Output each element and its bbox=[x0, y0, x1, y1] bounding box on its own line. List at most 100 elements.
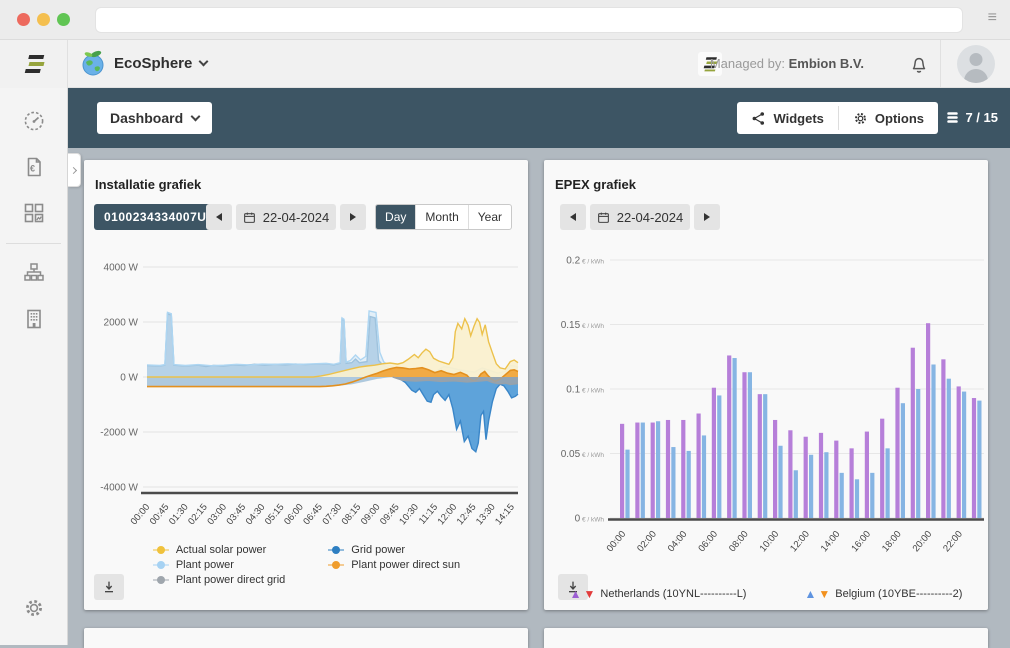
svg-text:20:00: 20:00 bbox=[911, 529, 935, 554]
brand[interactable]: EcoSphere bbox=[80, 50, 207, 76]
chevron-right-icon bbox=[69, 166, 76, 173]
svg-text:13:30: 13:30 bbox=[474, 502, 498, 527]
arrow-left-icon bbox=[570, 213, 576, 221]
bar-nl bbox=[819, 433, 823, 518]
dashboard-selector-label: Dashboard bbox=[110, 110, 183, 126]
svg-text:2000 W: 2000 W bbox=[104, 318, 139, 329]
close-window-icon[interactable] bbox=[17, 13, 30, 26]
sidebar-item-dashboard[interactable] bbox=[22, 109, 46, 133]
sitemap-icon bbox=[22, 261, 46, 285]
prev-day-button[interactable] bbox=[206, 204, 232, 230]
legend-item[interactable]: ▲▼Netherlands (10YNL----------L) bbox=[570, 588, 747, 600]
svg-text:02:15: 02:15 bbox=[186, 502, 210, 527]
bar-nl bbox=[666, 420, 670, 518]
legend-item[interactable]: Plant power direct grid bbox=[152, 574, 285, 586]
bar-nl bbox=[697, 414, 701, 518]
sidebar-item-widgets[interactable] bbox=[22, 201, 46, 225]
bar-be bbox=[733, 358, 737, 518]
bar-be bbox=[748, 372, 752, 518]
svg-text:-4000 W: -4000 W bbox=[100, 483, 138, 494]
bar-nl bbox=[712, 388, 716, 518]
next-day-button[interactable] bbox=[340, 204, 366, 230]
bar-nl bbox=[957, 386, 961, 518]
epex-card: EPEX grafiek 22-04-2024 0.2 € / kWh0.15 … bbox=[544, 160, 988, 610]
legend-item[interactable]: ▲▼Belgium (10YBE----------2) bbox=[804, 588, 962, 600]
tab-month[interactable]: Month bbox=[415, 205, 467, 229]
legend-marker-icon bbox=[152, 575, 170, 585]
svg-text:06:00: 06:00 bbox=[696, 529, 720, 554]
app-title: EcoSphere bbox=[114, 55, 192, 72]
legend-marker-icon bbox=[327, 545, 345, 555]
bar-be bbox=[855, 479, 859, 518]
ecosphere-globe-icon bbox=[80, 50, 106, 76]
options-button[interactable]: Options bbox=[839, 102, 938, 134]
widget-counter: 7 / 15 bbox=[945, 110, 998, 125]
svg-text:0 € / kWh: 0 € / kWh bbox=[575, 514, 605, 525]
svg-text:09:45: 09:45 bbox=[378, 502, 402, 527]
svg-text:11:15: 11:15 bbox=[417, 502, 440, 527]
down-triangle-icon: ▼ bbox=[818, 588, 830, 600]
bar-be bbox=[687, 451, 691, 518]
legend-marker-icon bbox=[327, 560, 345, 570]
svg-text:03:45: 03:45 bbox=[225, 502, 249, 527]
legend-label: Plant power direct grid bbox=[176, 574, 285, 586]
legend-label: Belgium (10YBE----------2) bbox=[835, 588, 962, 600]
sidebar-expander[interactable] bbox=[68, 153, 81, 187]
svg-text:0 W: 0 W bbox=[120, 373, 138, 384]
notifications-button[interactable] bbox=[908, 53, 930, 80]
address-bar[interactable] bbox=[95, 7, 963, 33]
next-day-button[interactable] bbox=[694, 204, 720, 230]
calendar-icon bbox=[597, 211, 610, 224]
svg-text:0.1 € / kWh: 0.1 € / kWh bbox=[566, 385, 604, 396]
svg-text:18:00: 18:00 bbox=[880, 529, 904, 554]
sidebar-logo[interactable] bbox=[0, 40, 68, 88]
dashboard-navbar: Dashboard Widgets Options 7 / 15 bbox=[68, 88, 1010, 148]
dashboard-selector[interactable]: Dashboard bbox=[97, 102, 212, 134]
up-triangle-icon: ▲ bbox=[570, 588, 582, 600]
legend-item[interactable]: Actual solar power bbox=[152, 544, 285, 556]
legend-item[interactable]: Plant power bbox=[152, 559, 285, 571]
sidebar-item-settings[interactable] bbox=[22, 596, 46, 620]
tab-year[interactable]: Year bbox=[468, 205, 511, 229]
date-picker-button[interactable]: 22-04-2024 bbox=[236, 204, 336, 230]
legend-column: Actual solar power Plant power Plant power… bbox=[152, 544, 285, 586]
managed-by-value: Embion B.V. bbox=[789, 56, 864, 71]
widgets-grid-icon bbox=[22, 201, 46, 225]
legend-label: Grid power bbox=[351, 544, 405, 556]
avatar[interactable] bbox=[957, 45, 995, 83]
settings-gear-icon bbox=[22, 596, 46, 620]
sidebar-item-sitemap[interactable] bbox=[22, 261, 46, 285]
tab-day[interactable]: Day bbox=[376, 205, 415, 229]
prev-day-button[interactable] bbox=[560, 204, 586, 230]
maximize-window-icon[interactable] bbox=[57, 13, 70, 26]
bar-be bbox=[778, 446, 782, 518]
widgets-button-label: Widgets bbox=[773, 111, 823, 126]
browser-menu-icon[interactable]: ≡ bbox=[988, 9, 997, 27]
bar-be bbox=[824, 452, 828, 518]
legend-item[interactable]: Plant power direct sun bbox=[327, 559, 460, 571]
device-id-badge[interactable]: 0100234334007U bbox=[94, 204, 216, 230]
bar-nl bbox=[742, 372, 746, 518]
bar-nl bbox=[911, 348, 915, 518]
legend-item[interactable]: Grid power bbox=[327, 544, 460, 556]
person-icon bbox=[957, 45, 995, 83]
svg-text:08:00: 08:00 bbox=[727, 529, 751, 554]
bar-be bbox=[702, 435, 706, 518]
gear-icon bbox=[853, 111, 868, 126]
managed-by-label: Managed by: bbox=[710, 56, 785, 71]
epex-chart-svg: 0.2 € / kWh0.15 € / kWh0.1 € / kWh0.05 €… bbox=[544, 244, 988, 566]
widgets-button[interactable]: Widgets bbox=[737, 102, 837, 134]
embion-logo-icon bbox=[21, 52, 47, 76]
svg-text:00:00: 00:00 bbox=[129, 502, 153, 527]
sidebar-item-buildings[interactable] bbox=[22, 307, 46, 331]
bar-be bbox=[840, 473, 844, 518]
date-picker-button[interactable]: 22-04-2024 bbox=[590, 204, 690, 230]
svg-text:04:00: 04:00 bbox=[666, 529, 690, 554]
arrow-right-icon bbox=[704, 213, 710, 221]
svg-text:12:00: 12:00 bbox=[788, 529, 812, 554]
minimize-window-icon[interactable] bbox=[37, 13, 50, 26]
bar-nl bbox=[941, 359, 945, 518]
document-icon: € bbox=[22, 155, 46, 179]
svg-text:07:30: 07:30 bbox=[320, 502, 344, 527]
sidebar-item-documents[interactable]: € bbox=[22, 155, 46, 179]
